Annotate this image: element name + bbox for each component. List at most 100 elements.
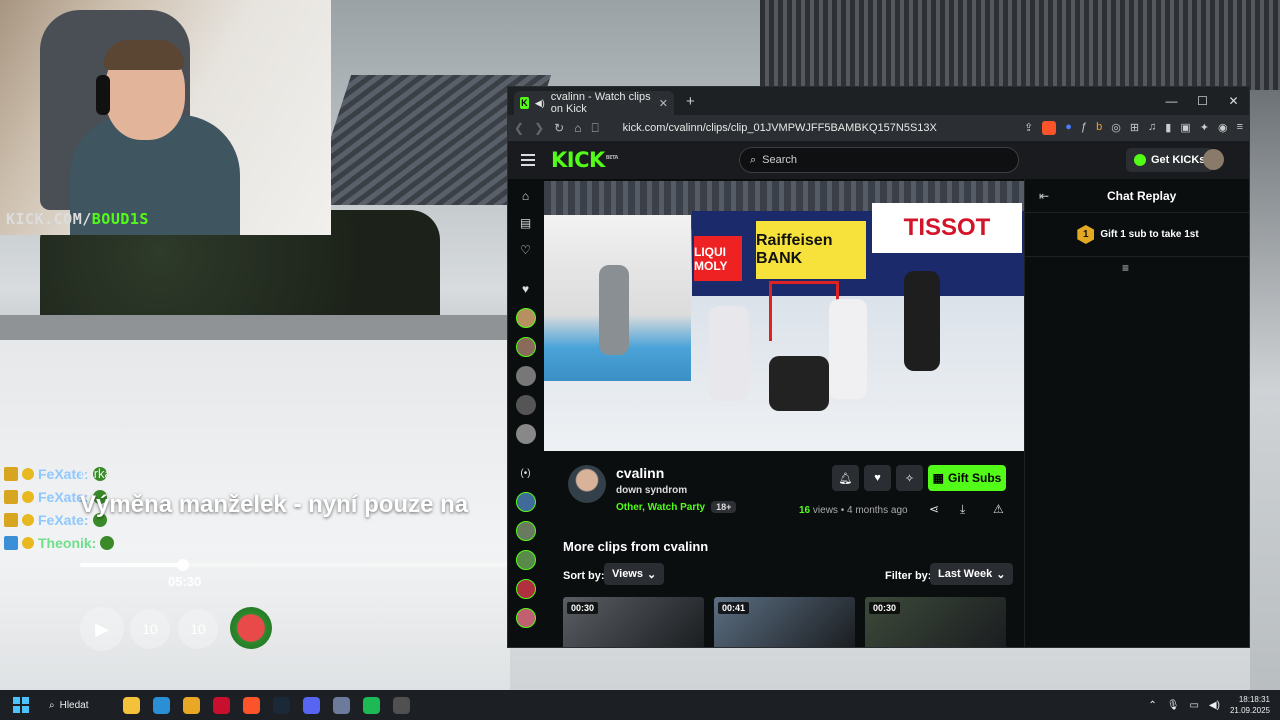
follow-button[interactable]: ♥ xyxy=(864,465,891,491)
minimize-button[interactable]: — xyxy=(1156,87,1187,115)
play-button[interactable]: ▶ xyxy=(80,607,124,651)
sparkle-icon: ✧ xyxy=(904,472,915,485)
browse-icon[interactable]: ▤ xyxy=(516,213,536,233)
opera-icon[interactable] xyxy=(212,696,230,714)
followed-channel-avatar[interactable] xyxy=(515,424,536,444)
play-icon: ▶ xyxy=(95,618,109,639)
steam-icon[interactable] xyxy=(272,696,290,714)
report-icon[interactable]: ⚠ xyxy=(993,502,1004,516)
bookmark-icon[interactable]: ⎕ xyxy=(591,121,598,136)
wallet-icon[interactable]: ▣ xyxy=(1180,121,1190,135)
kick-logo[interactable]: KICKBETA xyxy=(551,148,618,172)
clip-video-player[interactable]: TISSOT Raiffeisen BANK LIQUI MOLY xyxy=(544,181,1024,451)
rank-badge-icon: 1 xyxy=(1077,225,1095,244)
followed-channel-avatar[interactable] xyxy=(515,308,536,328)
category-link[interactable]: Other, Watch Party xyxy=(616,502,705,513)
maximize-button[interactable]: ☐ xyxy=(1187,87,1218,115)
recommended-channel-avatar[interactable] xyxy=(515,550,536,570)
channel-avatar[interactable] xyxy=(568,465,606,503)
vpn-icon[interactable]: ◉ xyxy=(1218,121,1228,135)
windows-start-icon[interactable] xyxy=(13,697,29,713)
volume-icon[interactable]: ◀) xyxy=(1209,700,1220,711)
microphone-icon[interactable]: 🎙︎ xyxy=(1167,700,1180,711)
address-bar[interactable]: kick.com/cvalinn/clips/clip_01JVMPWJFF5B… xyxy=(623,122,937,134)
share-icon[interactable]: ⇪ xyxy=(1024,121,1033,135)
gift-subs-button[interactable]: ▦ Gift Subs xyxy=(928,465,1006,491)
recommended-live-icon: (•) xyxy=(520,467,531,479)
clip-thumbnail[interactable]: 00:41 xyxy=(714,597,855,647)
forward-icon[interactable]: ❯ xyxy=(534,121,544,135)
media-time: 05:30 xyxy=(168,574,202,589)
recommended-channel-avatar[interactable] xyxy=(515,492,536,512)
sort-dropdown[interactable]: Views ⌄ xyxy=(604,563,665,585)
filter-label: Filter by: xyxy=(885,570,932,582)
download-icon[interactable]: ⤓ xyxy=(960,502,965,517)
collapse-chat-icon[interactable]: ⇤ xyxy=(1039,189,1049,203)
search-box[interactable]: ⌕ xyxy=(739,147,1019,173)
channel-name[interactable]: cvalinn xyxy=(616,465,664,481)
filter-dropdown[interactable]: Last Week ⌄ xyxy=(930,563,1014,585)
extension-icon[interactable]: b xyxy=(1096,121,1102,135)
sidebar-icon[interactable]: ▮ xyxy=(1165,121,1171,135)
new-tab-button[interactable]: + xyxy=(686,93,695,110)
chevron-up-icon[interactable]: ⌃ xyxy=(1148,700,1156,711)
followed-channel-avatar[interactable] xyxy=(515,395,536,415)
spotify-icon[interactable] xyxy=(362,696,380,714)
discord-icon[interactable] xyxy=(302,696,320,714)
home-icon[interactable]: ⌂ xyxy=(516,186,536,206)
badge-icon xyxy=(4,512,18,527)
media-seek-bar[interactable] xyxy=(80,559,510,571)
filter-value: Last Week xyxy=(938,568,993,580)
music-icon[interactable]: ♫ xyxy=(1148,121,1156,135)
browser-tab[interactable]: K ◀) cvalinn - Watch clips on Kick ✕ xyxy=(514,91,674,115)
close-tab-icon[interactable]: ✕ xyxy=(659,97,668,110)
video-player xyxy=(709,306,749,401)
menu-icon[interactable]: ≡ xyxy=(1237,121,1243,135)
extension-icon[interactable]: ⊞ xyxy=(1130,121,1139,135)
clip-thumbnail[interactable]: 00:30 xyxy=(865,597,1006,647)
overlay-chat-row: Theonik: xyxy=(4,531,115,554)
reload-icon[interactable]: ↻ xyxy=(554,121,564,135)
extension-icon[interactable]: ƒ xyxy=(1081,121,1087,135)
gift-leaderboard[interactable]: 1 Gift 1 sub to take 1st xyxy=(1025,213,1249,257)
brave-icon[interactable] xyxy=(242,696,260,714)
followed-channel-avatar[interactable] xyxy=(515,366,536,386)
leo-ai-icon[interactable]: ✦ xyxy=(1200,121,1209,135)
chrome-icon[interactable] xyxy=(182,696,200,714)
get-kicks-button[interactable]: Get KICKs xyxy=(1126,148,1214,172)
browser-window: K ◀) cvalinn - Watch clips on Kick ✕ + —… xyxy=(507,86,1250,648)
taskbar-search[interactable]: ⌕ Hledat xyxy=(49,700,89,711)
extension-icon[interactable]: ◎ xyxy=(1111,121,1121,135)
hamburger-menu-icon[interactable] xyxy=(521,154,535,166)
forward-10-button[interactable]: 10 xyxy=(178,609,218,649)
obs-icon[interactable] xyxy=(392,696,410,714)
media-artist: Mirka a Denisa xyxy=(80,466,167,481)
rewind-10-button[interactable]: 10 xyxy=(130,609,170,649)
brave-shield-icon[interactable] xyxy=(1042,121,1057,135)
recommended-channel-avatar[interactable] xyxy=(515,521,536,541)
recommended-channel-avatar[interactable] xyxy=(515,608,536,628)
notification-bell-button[interactable]: 🔔︎ xyxy=(832,465,859,491)
followed-channel-avatar[interactable] xyxy=(515,337,536,357)
clip-thumbnail[interactable]: 00:30 xyxy=(563,597,704,647)
clip-button[interactable]: ✧ xyxy=(896,465,923,491)
close-window-button[interactable]: ✕ xyxy=(1218,87,1249,115)
window-controls: — ☐ ✕ xyxy=(1156,87,1249,115)
expand-leaderboard-icon[interactable]: ≡ xyxy=(1122,261,1129,275)
search-input[interactable] xyxy=(762,154,993,166)
recommended-channel-avatar[interactable] xyxy=(515,579,536,599)
edge-icon[interactable] xyxy=(152,696,170,714)
following-heart-icon[interactable]: ♡ xyxy=(516,240,536,260)
video-player xyxy=(829,299,867,399)
display-icon[interactable]: ▭ xyxy=(1189,700,1198,711)
extension-icon[interactable]: ● xyxy=(1065,121,1072,135)
file-explorer-icon[interactable] xyxy=(122,696,140,714)
back-icon[interactable]: ❮ xyxy=(514,121,524,135)
share-icon[interactable]: ⋖ xyxy=(929,502,939,516)
badge-icon xyxy=(4,489,18,504)
sub-badge-icon xyxy=(22,490,34,503)
app-icon[interactable] xyxy=(332,696,350,714)
user-avatar[interactable] xyxy=(1203,149,1224,170)
taskbar-clock[interactable]: 18:18:31 21.09.2025 xyxy=(1230,694,1270,716)
home-icon[interactable]: ⌂ xyxy=(574,121,581,135)
